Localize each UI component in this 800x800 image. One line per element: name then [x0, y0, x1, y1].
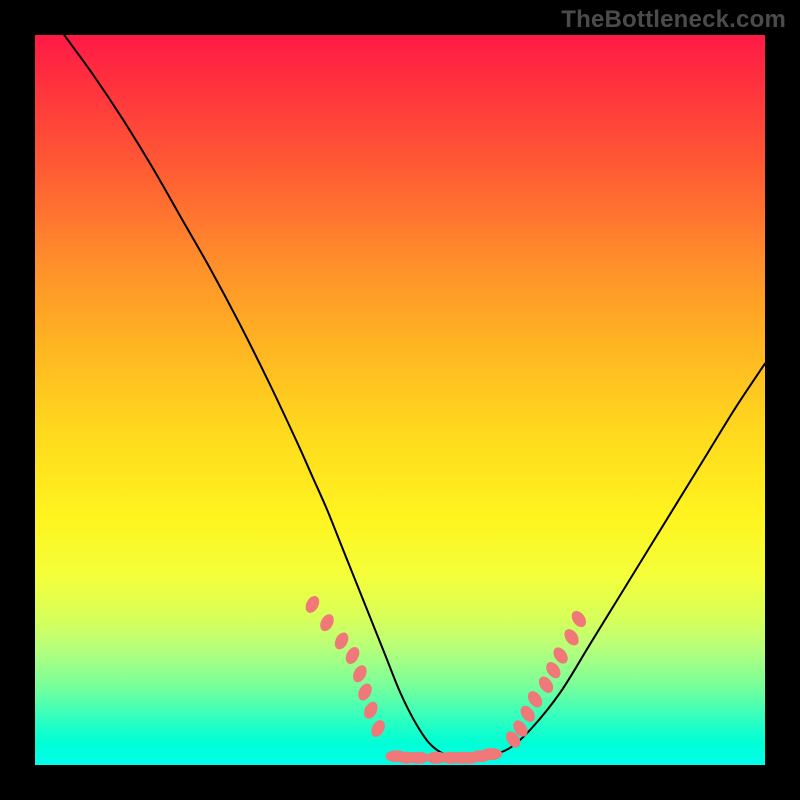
plot-area [35, 35, 765, 765]
data-point-marker [317, 612, 336, 634]
bottleneck-curve [64, 35, 765, 758]
data-point-marker [561, 626, 581, 648]
data-point-marker [355, 681, 374, 703]
chart-stage: TheBottleneck.com [0, 0, 800, 800]
data-point-marker [569, 608, 589, 630]
data-point-marker [361, 699, 380, 721]
data-point-marker [332, 630, 351, 652]
data-point-marker [480, 748, 502, 760]
data-point-marker [303, 594, 322, 616]
watermark-text: TheBottleneck.com [561, 6, 786, 34]
data-point-markers [303, 594, 589, 764]
chart-overlay-svg [35, 35, 765, 765]
data-point-marker [369, 718, 388, 740]
data-point-marker [343, 645, 362, 667]
data-point-marker [350, 663, 369, 685]
